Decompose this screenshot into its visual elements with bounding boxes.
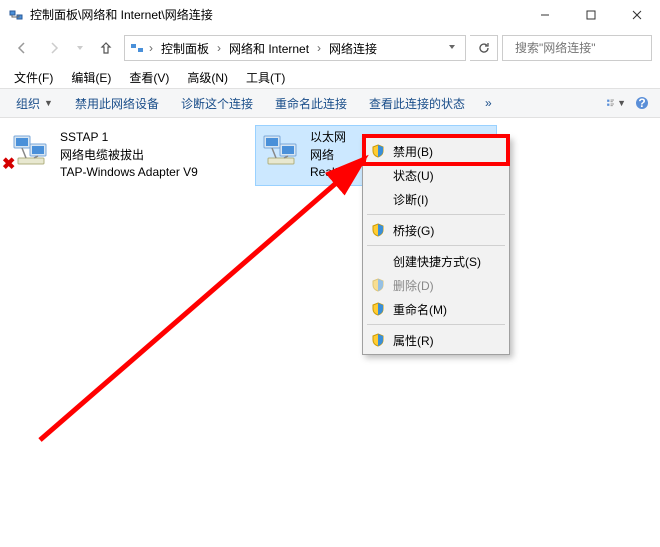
adapter-name: 以太网 — [310, 130, 346, 146]
crumb-network-connections[interactable]: 网络连接 — [325, 38, 381, 59]
window-controls — [522, 0, 660, 30]
menu-advanced[interactable]: 高级(N) — [179, 67, 236, 88]
ctx-shortcut[interactable]: 创建快捷方式(S) — [365, 249, 507, 273]
breadcrumb[interactable]: › 控制面板 › 网络和 Internet › 网络连接 — [124, 35, 466, 61]
close-button[interactable] — [614, 0, 660, 30]
menu-file[interactable]: 文件(F) — [6, 67, 61, 88]
ctx-bridge[interactable]: 桥接(G) — [365, 218, 507, 242]
toolbar-rename[interactable]: 重命名此连接 — [267, 92, 355, 115]
maximize-button[interactable] — [568, 0, 614, 30]
toolbar-more[interactable]: » — [479, 96, 498, 110]
crumb-network-internet[interactable]: 网络和 Internet — [225, 38, 313, 59]
menu-tools[interactable]: 工具(T) — [238, 67, 293, 88]
toolbar-organize[interactable]: 组织▼ — [8, 92, 61, 115]
navbar: › 控制面板 › 网络和 Internet › 网络连接 — [0, 30, 660, 66]
titlebar: 控制面板\网络和 Internet\网络连接 — [0, 0, 660, 30]
chevron-right-icon: › — [315, 41, 323, 55]
up-button[interactable] — [92, 34, 120, 62]
adapter-sstap[interactable]: ✖ SSTAP 1 网络电缆被拔出 TAP-Windows Adapter V9 — [6, 126, 246, 185]
help-icon[interactable]: ? — [632, 93, 652, 113]
toolbar-status[interactable]: 查看此连接的状态 — [361, 92, 473, 115]
search-input[interactable] — [515, 41, 660, 55]
shield-icon — [371, 278, 385, 292]
adapter-device: Realte — [310, 165, 346, 181]
separator — [367, 324, 505, 325]
adapter-icon — [260, 130, 302, 172]
toolbar-disable[interactable]: 禁用此网络设备 — [67, 92, 167, 115]
svg-text:?: ? — [638, 96, 645, 110]
menubar: 文件(F) 编辑(E) 查看(V) 高级(N) 工具(T) — [0, 66, 660, 88]
ctx-rename[interactable]: 重命名(M) — [365, 297, 507, 321]
chevron-right-icon: › — [147, 41, 155, 55]
disconnected-icon: ✖ — [2, 154, 15, 174]
ctx-delete: 删除(D) — [365, 273, 507, 297]
refresh-button[interactable] — [470, 35, 498, 61]
ctx-disable[interactable]: 禁用(B) — [365, 139, 507, 163]
breadcrumb-dropdown[interactable] — [447, 41, 457, 55]
recent-dropdown[interactable] — [72, 34, 88, 62]
shield-icon — [371, 144, 385, 158]
menu-edit[interactable]: 编辑(E) — [63, 67, 119, 88]
adapter-name: SSTAP 1 — [60, 130, 198, 146]
forward-button[interactable] — [40, 34, 68, 62]
separator — [367, 214, 505, 215]
view-options-icon[interactable]: ▼ — [606, 93, 626, 113]
toolbar: 组织▼ 禁用此网络设备 诊断这个连接 重命名此连接 查看此连接的状态 » ▼ ? — [0, 88, 660, 118]
ctx-properties[interactable]: 属性(R) — [365, 328, 507, 352]
adapter-device: TAP-Windows Adapter V9 — [60, 165, 198, 181]
adapter-status: 网络电缆被拔出 — [60, 148, 198, 164]
crumb-control-panel[interactable]: 控制面板 — [157, 38, 213, 59]
content: ✖ SSTAP 1 网络电缆被拔出 TAP-Windows Adapter V9… — [0, 118, 660, 547]
context-menu: 禁用(B) 状态(U) 诊断(I) 桥接(G) 创建快捷方式(S) 删除(D) … — [362, 136, 510, 355]
menu-view[interactable]: 查看(V) — [121, 67, 177, 88]
shield-icon — [371, 302, 385, 316]
minimize-button[interactable] — [522, 0, 568, 30]
shield-icon — [371, 223, 385, 237]
shield-icon — [371, 333, 385, 347]
toolbar-diagnose[interactable]: 诊断这个连接 — [173, 92, 261, 115]
adapter-status: 网络 — [310, 148, 346, 164]
ctx-diagnose[interactable]: 诊断(I) — [365, 187, 507, 211]
window-title: 控制面板\网络和 Internet\网络连接 — [30, 6, 522, 23]
separator — [367, 245, 505, 246]
chevron-right-icon: › — [215, 41, 223, 55]
ctx-status[interactable]: 状态(U) — [365, 163, 507, 187]
search-box[interactable] — [502, 35, 652, 61]
location-icon — [129, 40, 145, 56]
app-icon — [8, 7, 24, 23]
back-button[interactable] — [8, 34, 36, 62]
adapter-icon: ✖ — [10, 130, 52, 172]
